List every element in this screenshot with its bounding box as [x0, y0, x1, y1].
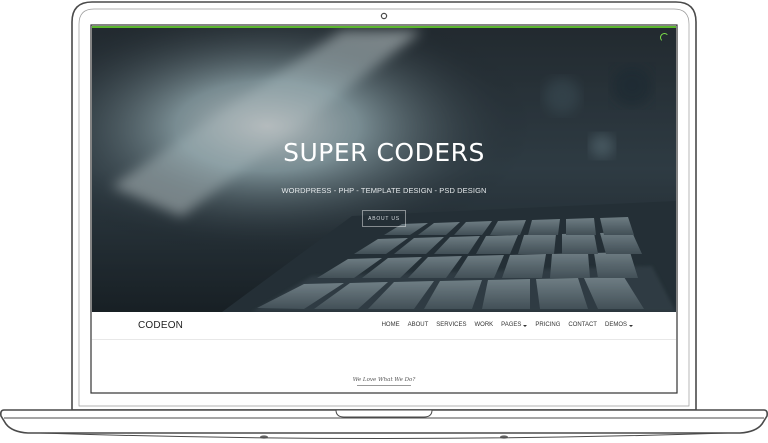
site-brand-logo[interactable]: CODEON: [138, 320, 183, 331]
hero-section: SUPER CODERS WORDPRESS - PHP - TEMPLATE …: [92, 26, 676, 312]
nav-item-label: DEMOS: [604, 322, 627, 328]
hero-title: SUPER CODERS: [283, 138, 485, 167]
nav-item-label: WORK: [474, 322, 494, 328]
nav-item-contact[interactable]: CONTACT: [568, 322, 597, 328]
laptop-mockup: SUPER CODERS WORDPRESS - PHP - TEMPLATE …: [0, 0, 768, 443]
nav-menu: HOME ABOUT SERVICES WORK PAGES PRICING C…: [374, 322, 633, 328]
nav-item-label: PAGES: [501, 322, 522, 328]
nav-item-home[interactable]: HOME: [382, 322, 400, 328]
tagline-divider: [357, 385, 411, 386]
nav-item-label: CONTACT: [568, 322, 597, 328]
nav-item-label: PRICING: [535, 322, 561, 328]
caret-down-icon: [523, 324, 528, 327]
section-tagline: We Love What We Do?: [352, 377, 416, 383]
caret-down-icon: [629, 324, 633, 327]
nav-item-services[interactable]: SERVICES: [436, 322, 466, 328]
nav-item-pricing[interactable]: PRICING: [535, 322, 560, 328]
nav-item-label: HOME: [381, 322, 400, 328]
nav-item-label: SERVICES: [436, 322, 467, 328]
page-load-progress: [92, 26, 676, 28]
screen-viewport: SUPER CODERS WORDPRESS - PHP - TEMPLATE …: [92, 26, 676, 392]
main-navbar: CODEON HOME ABOUT SERVICES WORK PAGES PR…: [92, 312, 676, 340]
about-us-button[interactable]: ABOUT US: [362, 210, 406, 227]
nav-item-demos[interactable]: DEMOS: [605, 322, 633, 328]
hero-background-image: [92, 26, 676, 312]
nav-item-label: ABOUT: [407, 322, 429, 328]
spinner-icon: [660, 33, 669, 42]
nav-item-work[interactable]: WORK: [475, 322, 494, 328]
hero-subtitle: WORDPRESS - PHP - TEMPLATE DESIGN - PSD …: [281, 186, 487, 195]
webcam-icon: [380, 12, 388, 20]
nav-item-pages[interactable]: PAGES: [501, 322, 528, 328]
nav-item-about[interactable]: ABOUT: [408, 322, 429, 328]
